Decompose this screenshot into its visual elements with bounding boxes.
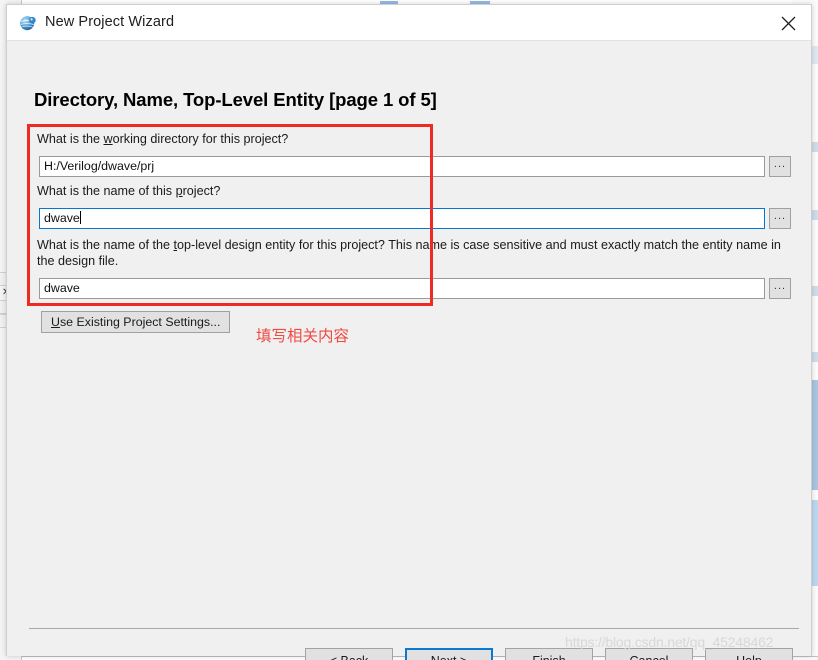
working-directory-label: What is the working directory for this p…	[37, 132, 289, 146]
dialog-body: Directory, Name, Top-Level Entity [page …	[7, 41, 811, 660]
annotation-note: 填写相关内容	[256, 328, 350, 345]
close-icon[interactable]	[765, 5, 811, 41]
next-button[interactable]: Next >	[405, 648, 493, 660]
working-directory-input[interactable]: H:/Verilog/dwave/prj	[39, 156, 765, 177]
dialog-title: New Project Wizard	[45, 14, 175, 30]
back-button[interactable]: < Back	[305, 648, 393, 660]
working-directory-browse-button[interactable]: ...	[769, 156, 791, 177]
project-name-browse-button[interactable]: ...	[769, 208, 791, 229]
watermark-text: https://blog.csdn.net/qq_45248462	[565, 634, 774, 650]
new-project-wizard-dialog: New Project Wizard Directory, Name, Top-…	[6, 4, 812, 660]
page-title: Directory, Name, Top-Level Entity [page …	[34, 89, 437, 110]
project-name-label: What is the name of this project?	[37, 184, 221, 198]
project-name-input[interactable]: dwave	[39, 208, 765, 229]
mnemonic-char: p	[175, 184, 183, 198]
top-level-entity-input[interactable]: dwave	[39, 278, 765, 299]
mnemonic-char: N	[431, 654, 440, 660]
top-level-entity-browse-button[interactable]: ...	[769, 278, 791, 299]
screenshot-root: ✕	[0, 0, 818, 660]
top-level-entity-label: What is the name of the top-level design…	[37, 238, 781, 268]
footer-divider	[29, 628, 799, 629]
quartus-globe-icon	[19, 14, 37, 32]
mnemonic-char: F	[532, 654, 540, 660]
mnemonic-char: B	[340, 654, 348, 660]
project-name-value: dwave	[44, 211, 80, 225]
mnemonic-char: H	[736, 654, 745, 660]
mnemonic-char: U	[51, 315, 60, 329]
use-existing-project-settings-button[interactable]: Use Existing Project Settings...	[41, 311, 231, 333]
mnemonic-char: w	[103, 132, 113, 146]
text-caret	[79, 211, 81, 224]
dialog-titlebar: New Project Wizard	[7, 5, 811, 41]
